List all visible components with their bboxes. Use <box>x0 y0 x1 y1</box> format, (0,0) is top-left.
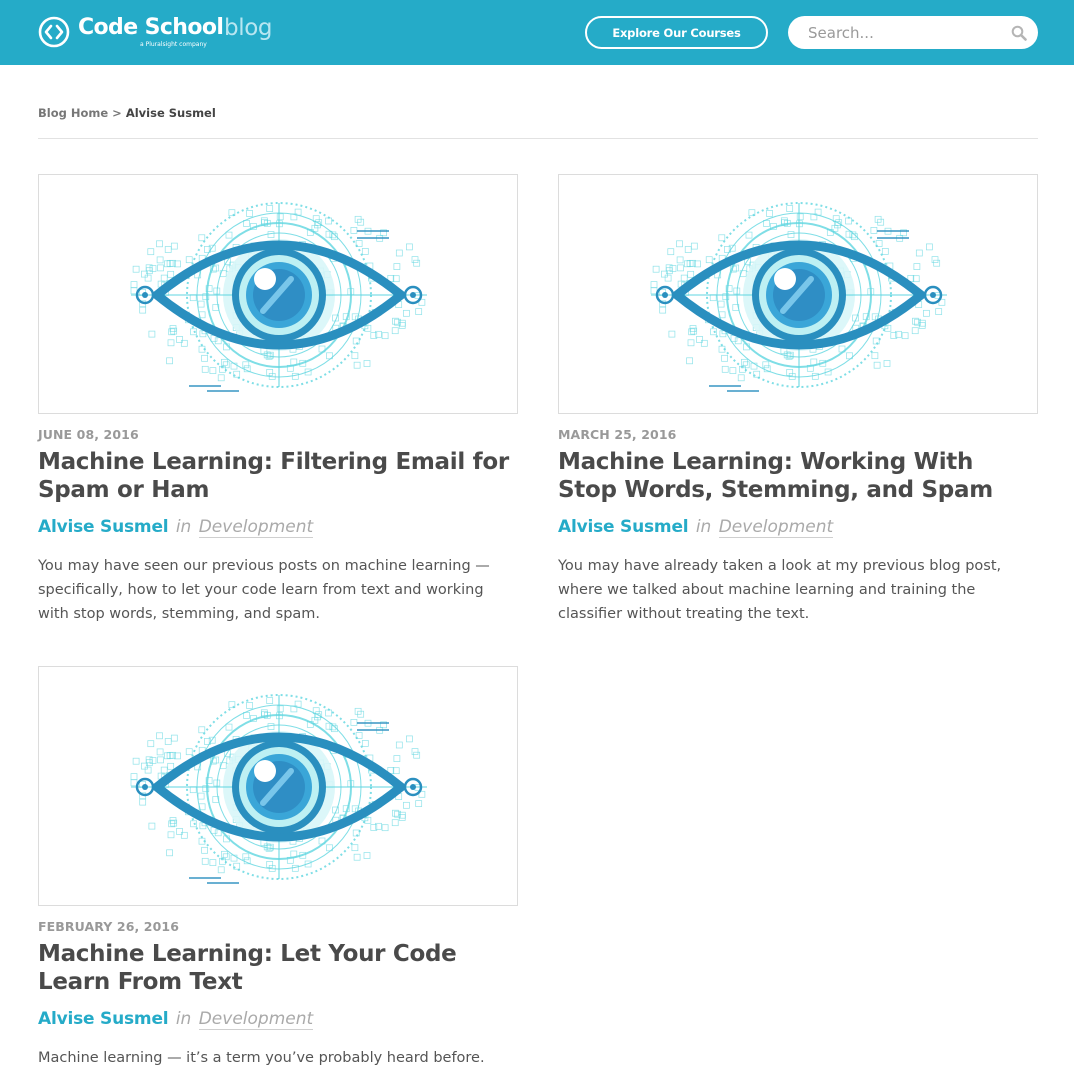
post-image[interactable] <box>558 174 1038 414</box>
post-meta-in: in <box>175 1009 192 1029</box>
post-category-link[interactable]: Development <box>198 1009 314 1030</box>
post-excerpt: You may have seen our previous posts on … <box>38 558 490 622</box>
post-meta: Alvise Susmel in Development <box>38 1009 314 1030</box>
post-meta-in: in <box>175 517 192 537</box>
post-category-link[interactable]: Development <box>718 517 834 538</box>
post-author-link[interactable]: Alvise Susmel <box>558 517 689 537</box>
search-box <box>788 16 1038 49</box>
header-divider <box>38 138 1038 139</box>
logo-name: Code School <box>78 15 224 40</box>
post-category-link[interactable]: Development <box>198 517 314 538</box>
post-date: MARCH 25, 2016 <box>558 427 677 442</box>
eye-illustration <box>130 202 427 392</box>
search-input[interactable] <box>808 22 998 44</box>
search-icon[interactable] <box>1011 25 1027 41</box>
logo-suffix: blog <box>224 15 273 41</box>
post-title-link[interactable]: Machine Learning: Filtering Email for Sp… <box>38 448 518 504</box>
post-author-link[interactable]: Alvise Susmel <box>38 1009 169 1029</box>
post-meta: Alvise Susmel in Development <box>558 517 834 538</box>
eye-illustration <box>650 202 947 392</box>
breadcrumb: Blog Home > Alvise Susmel <box>38 106 216 120</box>
breadcrumb-separator: > <box>112 106 122 120</box>
site-logo[interactable]: Code School blog a Pluralsight company <box>38 15 278 51</box>
post-image[interactable] <box>38 174 518 414</box>
post-meta-in: in <box>695 517 712 537</box>
post-date: JUNE 08, 2016 <box>38 427 139 442</box>
site-header: Code School blog a Pluralsight company E… <box>0 0 1074 65</box>
post-title-link[interactable]: Machine Learning: Working With Stop Word… <box>558 448 1038 504</box>
post-date: FEBRUARY 26, 2016 <box>38 919 180 934</box>
breadcrumb-current: Alvise Susmel <box>125 106 216 120</box>
post-title-link[interactable]: Machine Learning: Let Your Code Learn Fr… <box>38 940 518 996</box>
explore-courses-button[interactable]: Explore Our Courses <box>585 16 768 49</box>
breadcrumb-home-link[interactable]: Blog Home <box>38 106 108 120</box>
post-meta: Alvise Susmel in Development <box>38 517 314 538</box>
post-image[interactable] <box>38 666 518 906</box>
post-excerpt: Machine learning — it’s a term you’ve pr… <box>38 1050 485 1066</box>
post-excerpt: You may have already taken a look at my … <box>558 558 1002 622</box>
logo-tagline: a Pluralsight company <box>140 41 207 48</box>
post-author-link[interactable]: Alvise Susmel <box>38 517 169 537</box>
code-brackets-icon <box>38 16 70 48</box>
eye-illustration <box>130 694 427 884</box>
